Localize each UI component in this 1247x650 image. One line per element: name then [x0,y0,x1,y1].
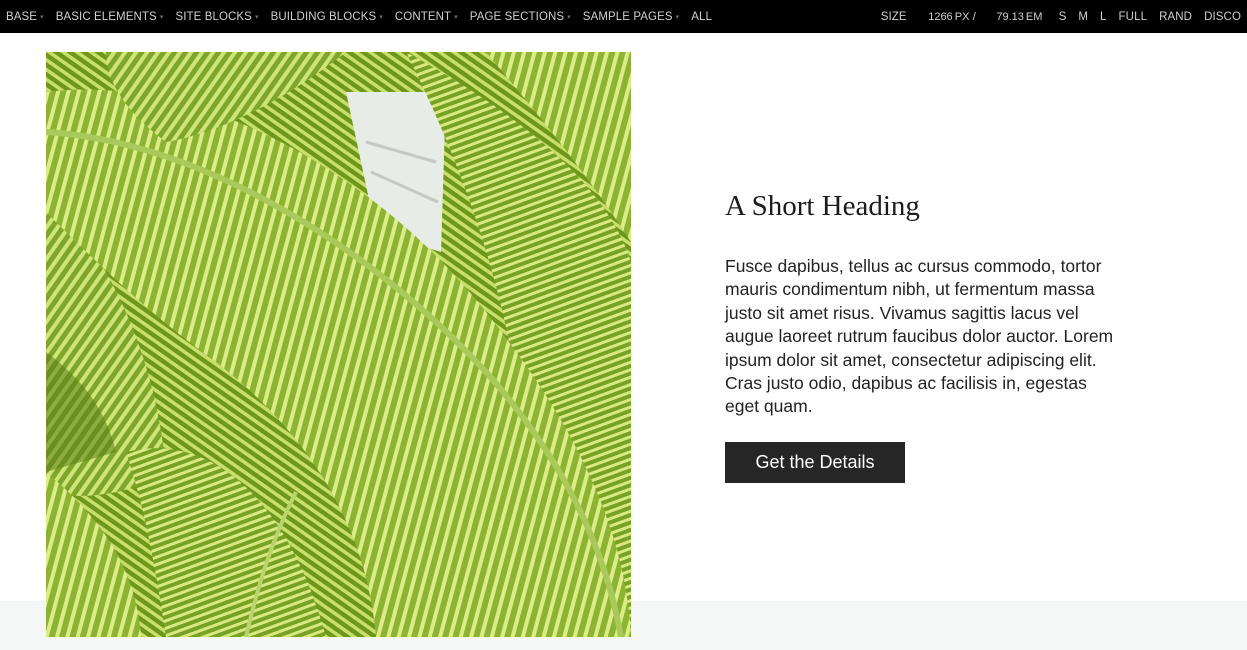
nav-item-label: BUILDING BLOCKS [270,10,377,23]
caret-down-icon: ▾ [379,13,383,21]
caret-down-icon: ▾ [254,13,259,21]
caret-down-icon: ▾ [159,13,164,21]
viewport-size-controls: SIZE PX / EM SMLFULLRANDDISCO [875,0,1247,33]
caret-down-icon: ▾ [40,13,44,21]
nav-item-label: SAMPLE PAGES [582,10,673,23]
media-block-content: A Short Heading Fusce dapibus, tellus ac… [725,185,1125,483]
nav-item-site-blocks[interactable]: SITE BLOCKS ▾ [169,0,264,33]
size-label: SIZE [880,10,907,23]
section-heading: A Short Heading [725,190,920,222]
pattern-lab-toolbar: BASE ▾ BASIC ELEMENTS ▾ SITE BLOCKS ▾ BUILDING… [0,0,1247,33]
caret-down-icon: ▾ [454,13,458,21]
nav-item-label: BASIC ELEMENTS [55,10,157,23]
caret-down-icon: ▾ [567,13,571,21]
size-button-disco[interactable]: DISCO [1198,0,1247,33]
size-button-full[interactable]: FULL [1113,0,1154,33]
nav-item-base[interactable]: BASE ▾ [0,0,50,33]
caret-down-icon: ▾ [675,13,680,21]
leaf-photo [46,52,631,637]
pattern-nav: BASE ▾ BASIC ELEMENTS ▾ SITE BLOCKS ▾ BUILDING… [0,0,718,33]
section-body-text: Fusce dapibus, tellus ac cursus commodo,… [725,256,1114,417]
nav-item-label: ALL [691,10,713,23]
size-button-rand[interactable]: RAND [1153,0,1198,33]
nav-item-page-sections[interactable]: PAGE SECTIONS ▾ [464,0,577,33]
nav-item-sample-pages[interactable]: SAMPLE PAGES ▾ [577,0,685,33]
size-button-s[interactable]: S [1053,0,1073,33]
nav-item-basic-elements[interactable]: BASIC ELEMENTS ▾ [50,0,170,33]
nav-item-content[interactable]: CONTENT ▾ [389,0,464,33]
size-px-unit: PX / [954,10,976,23]
size-px-input[interactable] [910,0,953,33]
nav-item-label: CONTENT [394,10,452,23]
nav-item-label: PAGE SECTIONS [469,10,565,23]
nav-item-label: BASE [6,10,38,23]
size-button-m[interactable]: M [1072,0,1094,33]
leaf-photo-graphic [46,52,631,637]
size-button-l[interactable]: L [1094,0,1113,33]
size-em-input[interactable] [977,0,1024,33]
nav-item-all[interactable]: ALL [685,0,718,33]
nav-item-building-blocks[interactable]: BUILDING BLOCKS ▾ [265,0,389,33]
get-details-button[interactable]: Get the Details [725,441,905,483]
nav-item-label: SITE BLOCKS [175,10,252,23]
size-em-unit: EM [1025,10,1043,23]
